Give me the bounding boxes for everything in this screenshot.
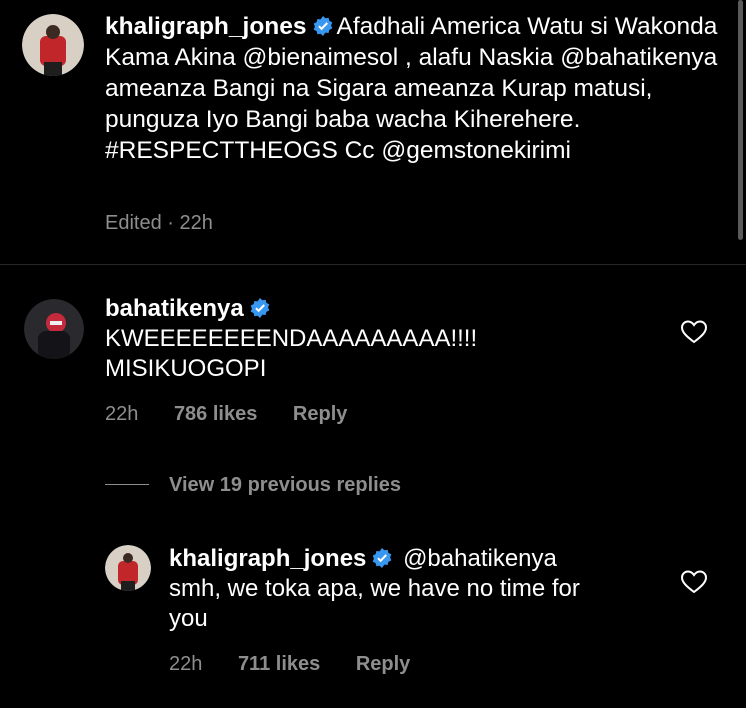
comment-meta: 22h 786 likes Reply xyxy=(105,403,377,426)
divider xyxy=(0,264,746,265)
comment-text-line2: MISIKUOGOPI xyxy=(105,355,267,382)
scrollbar[interactable] xyxy=(738,0,743,240)
comment-text-line1: KWEEEEEEEENDAAAAAAAAA!!!! xyxy=(105,325,478,352)
comment-likes[interactable]: 786 likes xyxy=(174,403,257,425)
verified-badge-icon xyxy=(372,548,392,568)
heart-icon[interactable] xyxy=(680,570,708,594)
reply-text-line1: smh, we toka apa, we have no time for xyxy=(169,575,580,602)
heart-icon[interactable] xyxy=(680,320,708,344)
view-replies-button[interactable]: View 19 previous replies xyxy=(105,474,401,497)
verified-badge-icon xyxy=(250,298,270,318)
post-avatar[interactable] xyxy=(22,14,84,76)
comment-body: bahatikenya KWEEEEEEEENDAAAAAAAAA!!!! MI… xyxy=(105,294,477,384)
comment-username[interactable]: bahatikenya xyxy=(105,295,244,322)
reply-time: 22h xyxy=(169,653,203,675)
comment-avatar[interactable] xyxy=(24,299,84,359)
post-username[interactable]: khaligraph_jones xyxy=(105,13,307,40)
reply-meta: 22h 711 likes Reply xyxy=(169,653,440,676)
reply-likes[interactable]: 711 likes xyxy=(238,653,320,675)
edited-label: Edited · 22h xyxy=(105,212,213,234)
reply-reply-button[interactable]: Reply xyxy=(356,653,410,675)
post-caption: khaligraph_jones Afadhali America Watu si… xyxy=(105,11,725,166)
replies-line xyxy=(105,484,149,485)
comment-reply-button[interactable]: Reply xyxy=(293,403,347,425)
post-meta: Edited · 22h xyxy=(105,212,243,235)
comment-time: 22h xyxy=(105,403,139,425)
verified-badge-icon xyxy=(313,16,333,36)
reply-text-line2: you xyxy=(169,605,208,632)
reply-avatar[interactable] xyxy=(105,545,151,591)
reply-body: khaligraph_jones @bahatikenya smh, we to… xyxy=(169,544,580,634)
reply-mention[interactable]: @bahatikenya xyxy=(403,545,557,572)
reply-username[interactable]: khaligraph_jones xyxy=(169,545,366,572)
view-replies-label[interactable]: View 19 previous replies xyxy=(169,474,401,496)
